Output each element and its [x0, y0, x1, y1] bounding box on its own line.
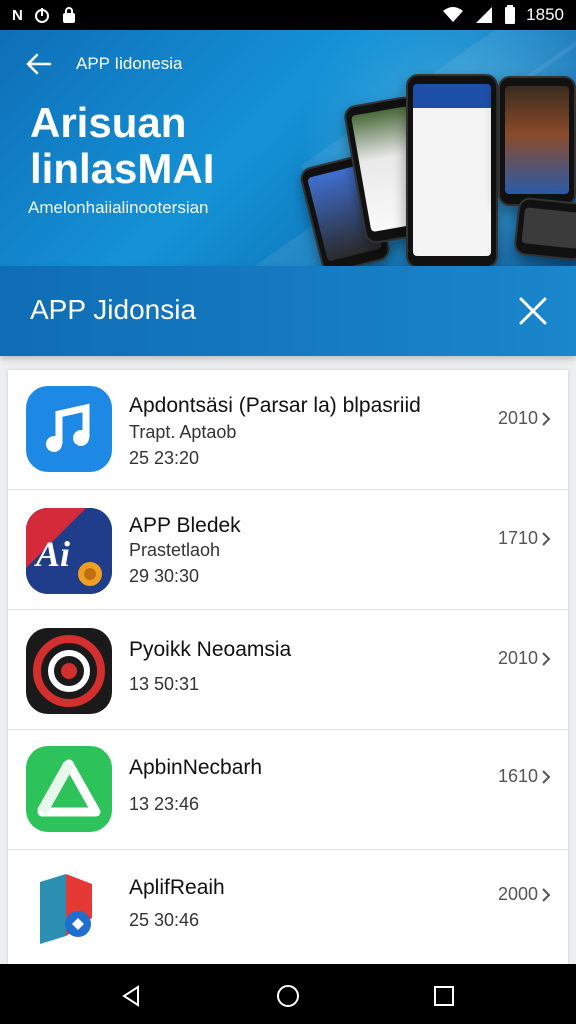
section-toolbar: APP Jidonsia — [0, 266, 576, 356]
banner-breadcrumb: APP Iidonesia — [76, 54, 183, 73]
banner-title: Arisuan linlasMAI — [30, 99, 215, 192]
target-icon — [26, 628, 112, 714]
app-title: AplifReaih — [129, 876, 225, 899]
svg-text:Ai: Ai — [34, 534, 70, 574]
list-item[interactable]: AplifReaih 25 30:46 2000 — [8, 850, 568, 964]
app-subtitle: Prastetlaoh — [129, 540, 221, 560]
list-item[interactable]: Ai APP Bledek Prastetlaoh 29 30:30 1710 — [8, 490, 568, 610]
app-timestamp: 29 30:30 — [129, 566, 200, 586]
chevron-right-icon — [542, 770, 551, 784]
recents-square-icon[interactable] — [432, 984, 456, 1008]
battery-icon — [505, 5, 516, 24]
power-icon — [34, 8, 49, 23]
app-title: Pyoikk Neoamsia — [129, 638, 292, 661]
list-item[interactable]: Pyoikk Neoamsia 13 50:31 2010 — [8, 610, 568, 730]
app-subtitle: Trapt. Aptaob — [129, 422, 237, 442]
chevron-right-icon — [542, 412, 551, 426]
back-arrow-icon[interactable] — [24, 52, 52, 76]
chevron-right-icon — [542, 888, 551, 902]
lock-icon — [62, 7, 75, 23]
app-count: 2000 — [497, 884, 538, 904]
wifi-icon — [443, 7, 464, 22]
app-count: 1710 — [497, 528, 538, 548]
clock: 1850 — [526, 5, 564, 24]
banner-subtitle: Amelonhaiialinootersian — [28, 198, 209, 217]
list-item[interactable]: Apdontsäsi (Parsar la) blpasriid Trapt. … — [8, 370, 568, 490]
phone-mockups-illustration — [297, 70, 576, 266]
app-title: Apdontsäsi (Parsar la) blpasriid — [129, 394, 421, 417]
app-list: Apdontsäsi (Parsar la) blpasriid Trapt. … — [8, 370, 568, 964]
toolbar-title: APP Jidonsia — [30, 294, 197, 325]
app-count: 2010 — [497, 408, 538, 428]
signal-icon — [476, 7, 493, 23]
list-item[interactable]: ApbinNecbarh 13 23:46 1610 — [8, 730, 568, 850]
map-pin-icon — [26, 862, 112, 948]
music-note-icon — [26, 386, 112, 472]
app-count: 1610 — [497, 766, 538, 786]
chevron-right-icon — [542, 652, 551, 666]
app-title: APP Bledek — [129, 514, 241, 537]
chevron-right-icon — [542, 532, 551, 546]
ai-logo-icon: Ai — [26, 508, 112, 594]
close-icon[interactable] — [516, 294, 550, 328]
app-timestamp: 13 23:46 — [129, 794, 200, 814]
app-title: ApbinNecbarh — [129, 756, 263, 779]
app-timestamp: 13 50:31 — [129, 674, 200, 694]
app-timestamp: 25 30:46 — [129, 910, 200, 930]
back-triangle-icon[interactable] — [120, 984, 144, 1008]
status-bar: N 1850 — [0, 0, 576, 30]
app-count: 2010 — [497, 648, 538, 668]
system-nav-bar — [0, 964, 576, 1024]
app-timestamp: 25 23:20 — [129, 448, 200, 468]
promo-banner: APP Iidonesia Arisuan linlasMAI Amelonha… — [0, 30, 576, 266]
nfc-icon: N — [12, 6, 23, 24]
home-circle-icon[interactable] — [276, 984, 300, 1008]
triangle-icon — [26, 746, 112, 832]
